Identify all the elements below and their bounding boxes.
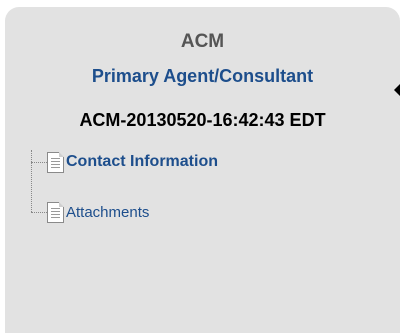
document-icon [47,151,64,173]
tree-item-attachments[interactable]: Attachments [31,200,149,224]
tree-branch [31,161,47,163]
role-link[interactable]: Primary Agent/Consultant [5,66,400,87]
panel-title: ACM [180,31,225,52]
tree-item-contact-information[interactable]: Contact Information [31,150,218,174]
tree-item-label[interactable]: Attachments [66,204,149,221]
tree-item-label[interactable]: Contact Information [66,153,218,171]
tree-branch [31,211,47,213]
record-id: ACM-20130520-16:42:43 EDT [79,110,326,130]
document-icon [47,201,64,223]
